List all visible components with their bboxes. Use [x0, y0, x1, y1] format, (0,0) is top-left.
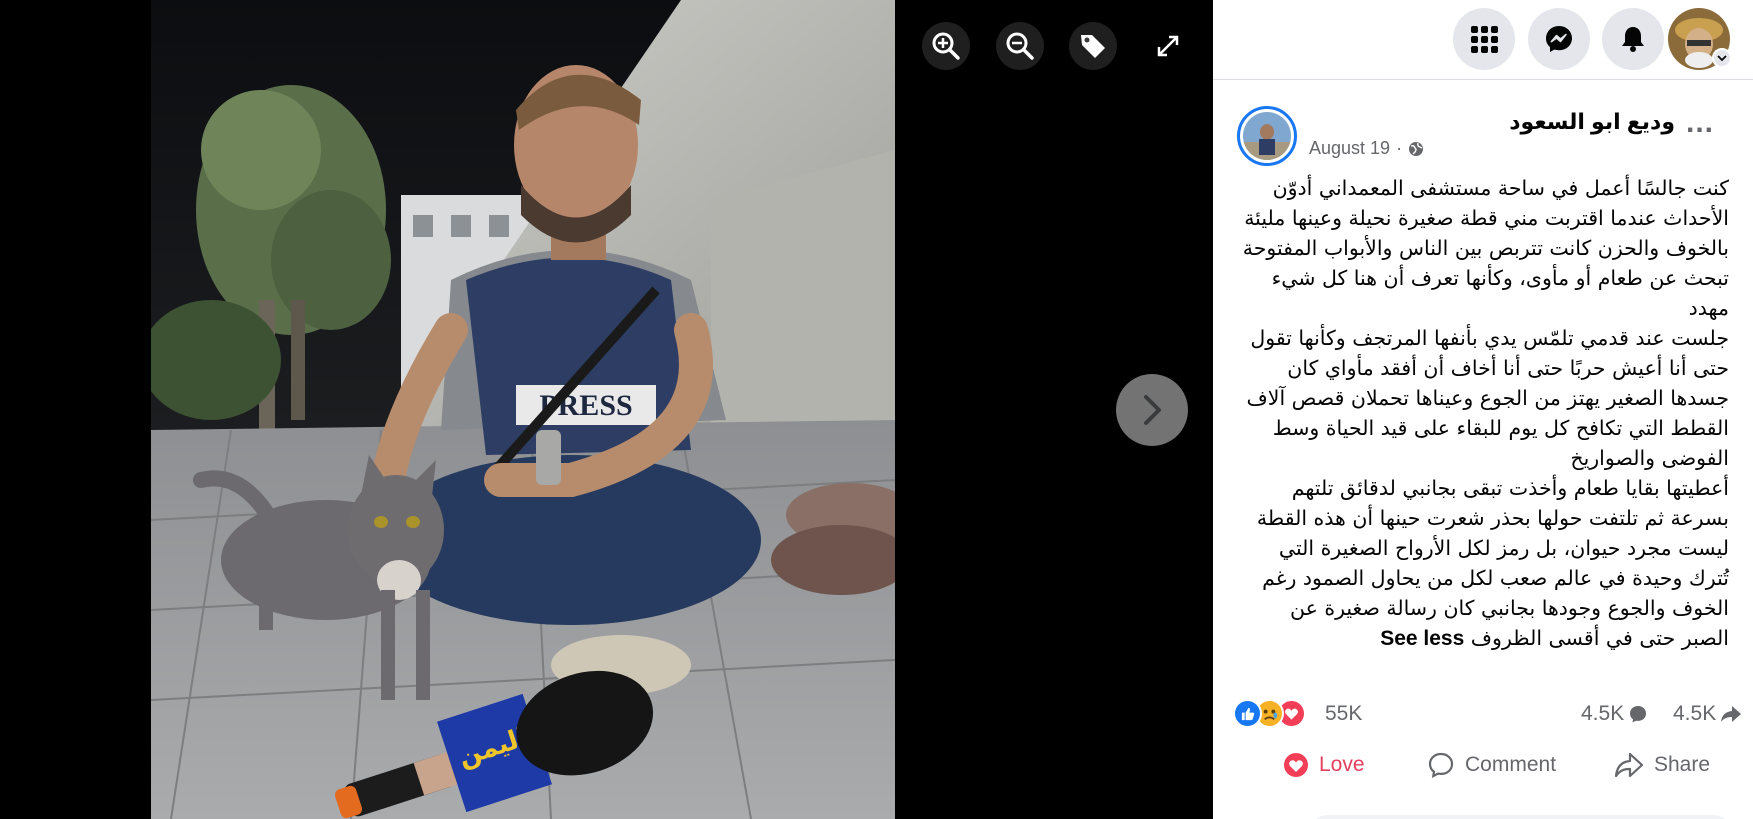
post-meta: August 19 ·: [1309, 138, 1424, 159]
notifications-button[interactable]: [1602, 8, 1664, 70]
zoom-in-icon: [932, 32, 960, 60]
zoom-in-button[interactable]: [922, 22, 970, 70]
post-paragraph-2: جلست عند قدمي تلمّس يدي بأنفها المرتجف و…: [1246, 326, 1729, 470]
comment-composer-edge[interactable]: [1233, 812, 1733, 819]
comment-count-value: 4.5K: [1581, 702, 1625, 725]
author-avatar[interactable]: [1237, 106, 1297, 166]
reaction-icons[interactable]: [1233, 699, 1306, 729]
top-navigation-bar: [1213, 0, 1753, 80]
fullscreen-icon: [1157, 35, 1179, 57]
reaction-count[interactable]: 55K: [1325, 702, 1362, 726]
tag-icon: [1081, 35, 1105, 58]
love-button[interactable]: Love: [1283, 746, 1365, 784]
menu-button[interactable]: [1453, 8, 1515, 70]
fullscreen-button[interactable]: [1144, 22, 1192, 70]
comment-icon: [1428, 752, 1454, 778]
photo-viewer: PRESS اليمن: [0, 0, 1213, 819]
photo-illustration: PRESS اليمن: [151, 0, 895, 819]
comment-bubble-icon: [1630, 706, 1647, 723]
comment-count[interactable]: 4.5K: [1581, 702, 1648, 726]
author-name[interactable]: وديع ابو السعود: [1509, 109, 1675, 135]
zoom-out-icon: [1006, 32, 1034, 60]
tag-button[interactable]: [1069, 22, 1117, 70]
chevron-right-icon: [1144, 395, 1161, 425]
account-menu-chevron[interactable]: [1712, 48, 1732, 68]
share-icon: [1614, 752, 1644, 778]
see-less-link[interactable]: See less: [1380, 627, 1464, 650]
post-details-panel: وديع ابو السعود ... August 19 · كنت جالس…: [1213, 0, 1753, 819]
meta-separator: ·: [1396, 138, 1403, 158]
next-photo-button[interactable]: [1116, 374, 1188, 446]
post-date[interactable]: August 19: [1309, 138, 1390, 159]
post-actions: Love Comment Share: [1233, 746, 1733, 784]
love-button-label: Love: [1319, 753, 1365, 776]
love-reaction-icon: [1284, 753, 1308, 777]
post-paragraph-1: كنت جالسًا أعمل في ساحة مستشفى المعمداني…: [1242, 176, 1729, 320]
post-paragraph-3-text: أعطيتها بقايا طعام وأخذت تبقى بجانبي لدق…: [1256, 476, 1729, 650]
messenger-icon: [1546, 26, 1572, 52]
comment-button-label: Comment: [1465, 753, 1557, 776]
more-options-icon[interactable]: ...: [1686, 106, 1714, 140]
reaction-summary: 55K 4.5K 4.5K: [1233, 696, 1742, 730]
share-count-value: 4.5K: [1673, 702, 1717, 725]
bell-icon: [1622, 27, 1644, 52]
grid-menu-icon: [1471, 26, 1498, 53]
messenger-button[interactable]: [1528, 8, 1590, 70]
like-icon: [1233, 699, 1262, 728]
share-arrow-icon: [1721, 706, 1742, 722]
post-photo[interactable]: PRESS اليمن: [151, 0, 895, 819]
post-text: كنت جالسًا أعمل في ساحة مستشفى المعمداني…: [1241, 173, 1729, 654]
post-header: وديع ابو السعود ... August 19 ·: [1213, 100, 1753, 180]
share-button[interactable]: Share: [1614, 746, 1710, 784]
share-count[interactable]: 4.5K: [1673, 702, 1742, 726]
comment-button[interactable]: Comment: [1427, 746, 1556, 784]
zoom-out-button[interactable]: [996, 22, 1044, 70]
author-avatar-image: [1243, 112, 1291, 160]
post-paragraph-3: أعطيتها بقايا طعام وأخذت تبقى بجانبي لدق…: [1241, 473, 1729, 654]
chevron-down-icon: [1717, 55, 1727, 62]
share-button-label: Share: [1654, 753, 1711, 776]
globe-icon[interactable]: [1408, 141, 1424, 157]
